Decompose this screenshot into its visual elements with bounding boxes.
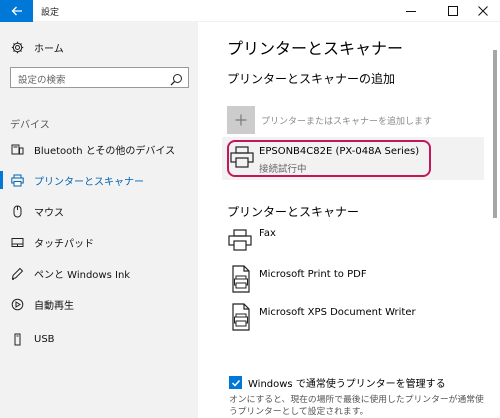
printer-list-item[interactable]: Microsoft XPS Document Writer xyxy=(222,301,484,335)
close-button[interactable] xyxy=(466,0,500,22)
add-box xyxy=(227,106,255,134)
checkbox-label: Windows で通常使うプリンターを管理する xyxy=(248,379,446,390)
printer-list-item[interactable]: Fax xyxy=(222,222,484,256)
sidebar-item-label: プリンターとスキャナー xyxy=(34,176,144,188)
sidebar-item-label: ペンと Windows Ink xyxy=(34,269,131,281)
bluetooth-devices-icon xyxy=(10,142,24,156)
sidebar-item-label: 自動再生 xyxy=(34,300,74,312)
close-icon xyxy=(478,6,488,16)
selection-indicator xyxy=(0,171,3,189)
search-input[interactable]: 設定の検索 xyxy=(10,67,189,88)
pen-icon xyxy=(10,266,24,280)
fax-printer-icon xyxy=(228,229,252,251)
found-printer-status: 接続試行中 xyxy=(259,164,307,175)
sidebar-item-printers[interactable]: プリンターとスキャナー xyxy=(0,167,198,193)
sidebar-item-home[interactable]: ホーム xyxy=(0,36,198,58)
found-printer-name: EPSONB4C82E (PX-048A Series) xyxy=(259,146,420,157)
page-title: プリンターとスキャナー xyxy=(227,39,404,58)
home-label: ホーム xyxy=(34,43,64,55)
sidebar: ホーム 設定の検索 デバイス Bluetooth とその他のデバイス プリンター… xyxy=(0,22,198,418)
minimize-icon xyxy=(406,11,416,12)
sidebar-item-label: マウス xyxy=(34,207,64,219)
printer-icon xyxy=(230,146,254,168)
printer-name: Fax xyxy=(259,228,276,239)
touchpad-icon xyxy=(10,235,24,249)
search-icon[interactable] xyxy=(170,71,183,86)
window-title: 設定 xyxy=(41,8,60,18)
sidebar-item-pen[interactable]: ペンと Windows Ink xyxy=(0,260,198,286)
pdf-printer-icon xyxy=(232,265,250,293)
add-printer-label: プリンターまたはスキャナーを追加します xyxy=(261,116,433,127)
sidebar-item-label: タッチパッド xyxy=(34,238,94,250)
sidebar-item-autoplay[interactable]: 自動再生 xyxy=(0,291,198,317)
maximize-button[interactable] xyxy=(436,0,470,22)
printer-icon xyxy=(10,173,24,187)
back-button[interactable] xyxy=(0,0,33,22)
usb-icon xyxy=(10,332,24,346)
maximize-icon xyxy=(448,6,458,16)
default-printer-toggle[interactable]: Windows で通常使うプリンターを管理する xyxy=(229,375,446,390)
checkmark-icon xyxy=(231,379,240,387)
autoplay-icon xyxy=(10,297,24,311)
printer-name: Microsoft XPS Document Writer xyxy=(259,307,416,318)
plus-icon xyxy=(235,114,247,126)
sidebar-item-label: Bluetooth とその他のデバイス xyxy=(34,145,176,157)
sidebar-item-touchpad[interactable]: タッチパッド xyxy=(0,229,198,255)
add-printer-button[interactable]: プリンターまたはスキャナーを追加します xyxy=(227,106,432,134)
sidebar-item-label: USB xyxy=(34,333,55,345)
add-section-title: プリンターとスキャナーの追加 xyxy=(227,72,396,86)
scrollbar[interactable] xyxy=(493,50,497,218)
xps-printer-icon xyxy=(232,303,250,331)
checkbox-description: オンにすると、現在の場所で最後に使用したプリンターが通常使うプリンターとして設定… xyxy=(229,395,484,417)
installed-printers-title: プリンターとスキャナー xyxy=(227,205,360,219)
mouse-icon xyxy=(10,204,24,218)
checkbox[interactable] xyxy=(229,376,242,389)
sidebar-section-devices: デバイス xyxy=(10,120,50,131)
sidebar-item-usb[interactable]: USB xyxy=(0,326,198,352)
minimize-button[interactable] xyxy=(394,0,428,22)
printer-name: Microsoft Print to PDF xyxy=(259,269,367,280)
title-bar: 設定 xyxy=(0,0,500,22)
sidebar-item-mouse[interactable]: マウス xyxy=(0,198,198,224)
printer-list-item[interactable]: Microsoft Print to PDF xyxy=(222,263,484,297)
back-arrow-icon xyxy=(11,6,22,16)
gear-icon xyxy=(10,40,24,54)
sidebar-item-bluetooth[interactable]: Bluetooth とその他のデバイス xyxy=(0,136,198,162)
search-placeholder: 設定の検索 xyxy=(18,75,66,86)
